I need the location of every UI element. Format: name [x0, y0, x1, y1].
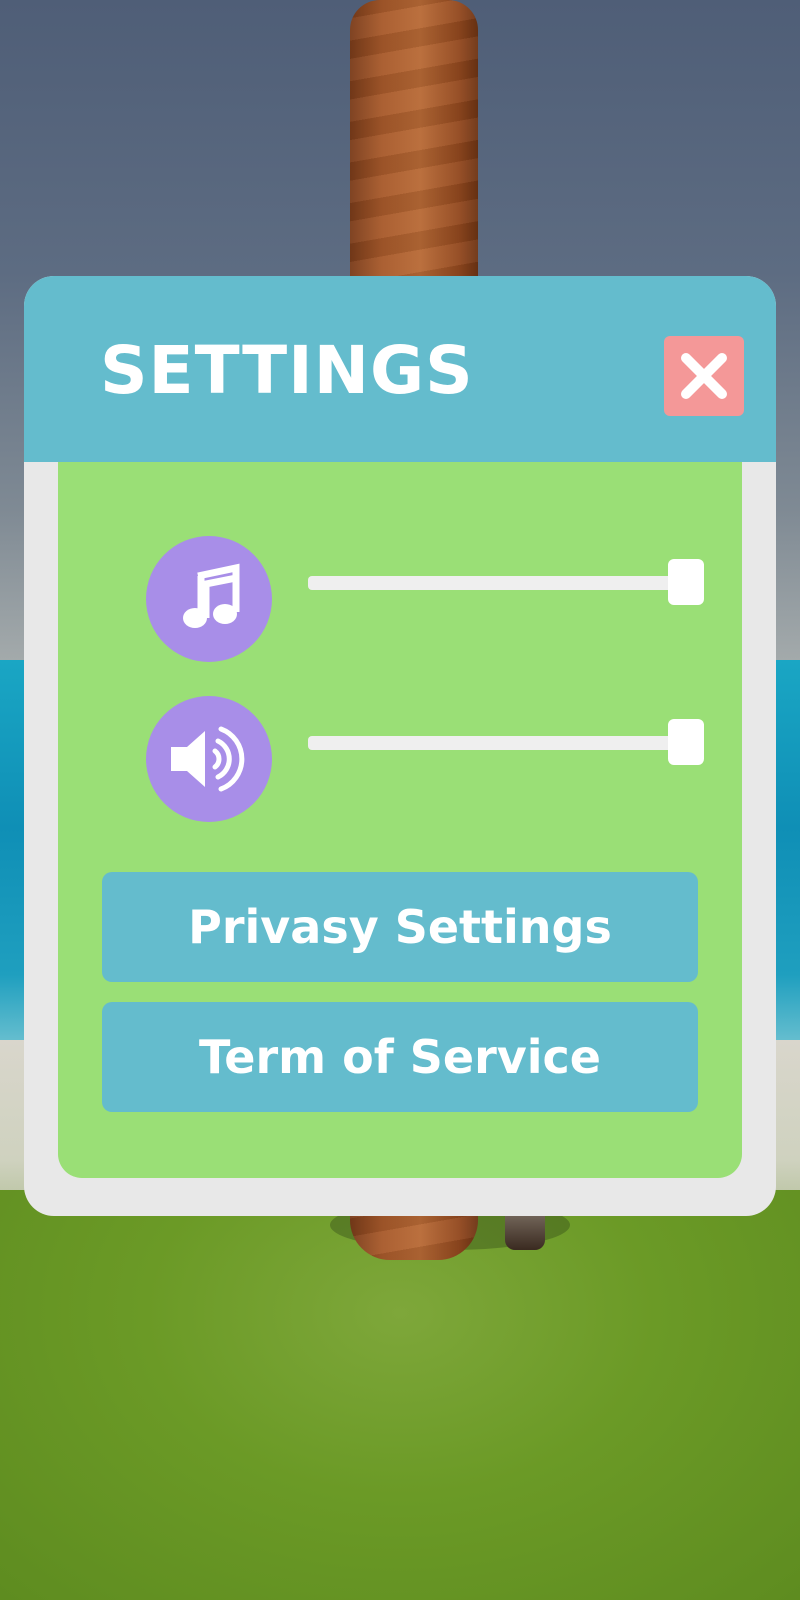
close-icon	[681, 353, 727, 399]
terms-of-service-button[interactable]: Term of Service	[102, 1002, 698, 1112]
settings-header: SETTINGS	[24, 276, 776, 462]
music-volume-slider[interactable]	[308, 559, 704, 605]
sound-volume-slider[interactable]	[308, 719, 704, 765]
music-slider-handle[interactable]	[668, 559, 704, 605]
sound-slider-track	[308, 736, 704, 750]
music-note-icon	[183, 563, 240, 628]
speaker-icon	[171, 726, 245, 792]
page-title: SETTINGS	[100, 332, 474, 409]
privacy-settings-button[interactable]: Privasy Settings	[102, 872, 698, 982]
sound-slider-handle[interactable]	[668, 719, 704, 765]
sound-icon-badge	[146, 696, 272, 822]
settings-body: Privasy Settings Term of Service	[58, 462, 742, 1178]
close-button[interactable]	[664, 336, 744, 416]
music-icon-badge	[146, 536, 272, 662]
music-slider-track	[308, 576, 704, 590]
settings-panel: SETTINGS Privasy Settings Term of Servic…	[24, 276, 776, 1216]
